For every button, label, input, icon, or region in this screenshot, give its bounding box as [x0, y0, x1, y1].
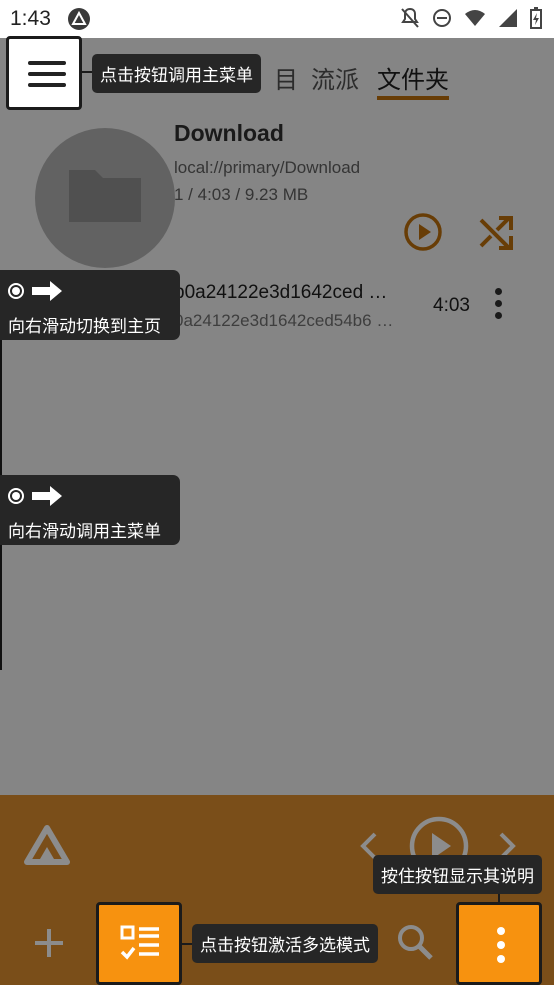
tooltip-more: 按住按钮显示其说明 [373, 855, 542, 894]
bell-off-icon [401, 7, 419, 28]
do-not-disturb-icon [433, 9, 451, 27]
multiselect-button[interactable] [96, 902, 182, 985]
arrow-right-icon [32, 281, 62, 301]
app-logo-icon[interactable] [24, 825, 70, 865]
tooltip-swipe-menu-label: 向右滑动调用主菜单 [8, 522, 161, 541]
tooltip-swipe-home: 向右滑动切换到主页 [0, 270, 180, 340]
checklist-icon [120, 925, 159, 960]
more-button[interactable] [456, 902, 542, 985]
menu-button[interactable] [6, 36, 82, 110]
tooltip-multiselect: 点击按钮激活多选模式 [192, 924, 378, 963]
status-icons [400, 7, 542, 29]
plus-icon[interactable] [32, 926, 66, 960]
status-time: 1:43 [10, 7, 51, 30]
tutorial-overlay[interactable] [0, 38, 554, 795]
tooltip-swipe-menu: 向右滑动调用主菜单 [0, 475, 180, 545]
signal-icon [499, 9, 517, 27]
search-icon[interactable] [396, 923, 434, 961]
tooltip-swipe-home-label: 向右滑动切换到主页 [8, 317, 161, 336]
wifi-icon [465, 10, 485, 26]
app-notification-icon [68, 8, 90, 30]
tip-connector [182, 943, 192, 945]
arrow-right-icon [32, 486, 62, 506]
tooltip-menu: 点击按钮调用主菜单 [92, 54, 261, 93]
battery-icon [530, 7, 542, 29]
status-bar: 1:43 [0, 0, 554, 38]
